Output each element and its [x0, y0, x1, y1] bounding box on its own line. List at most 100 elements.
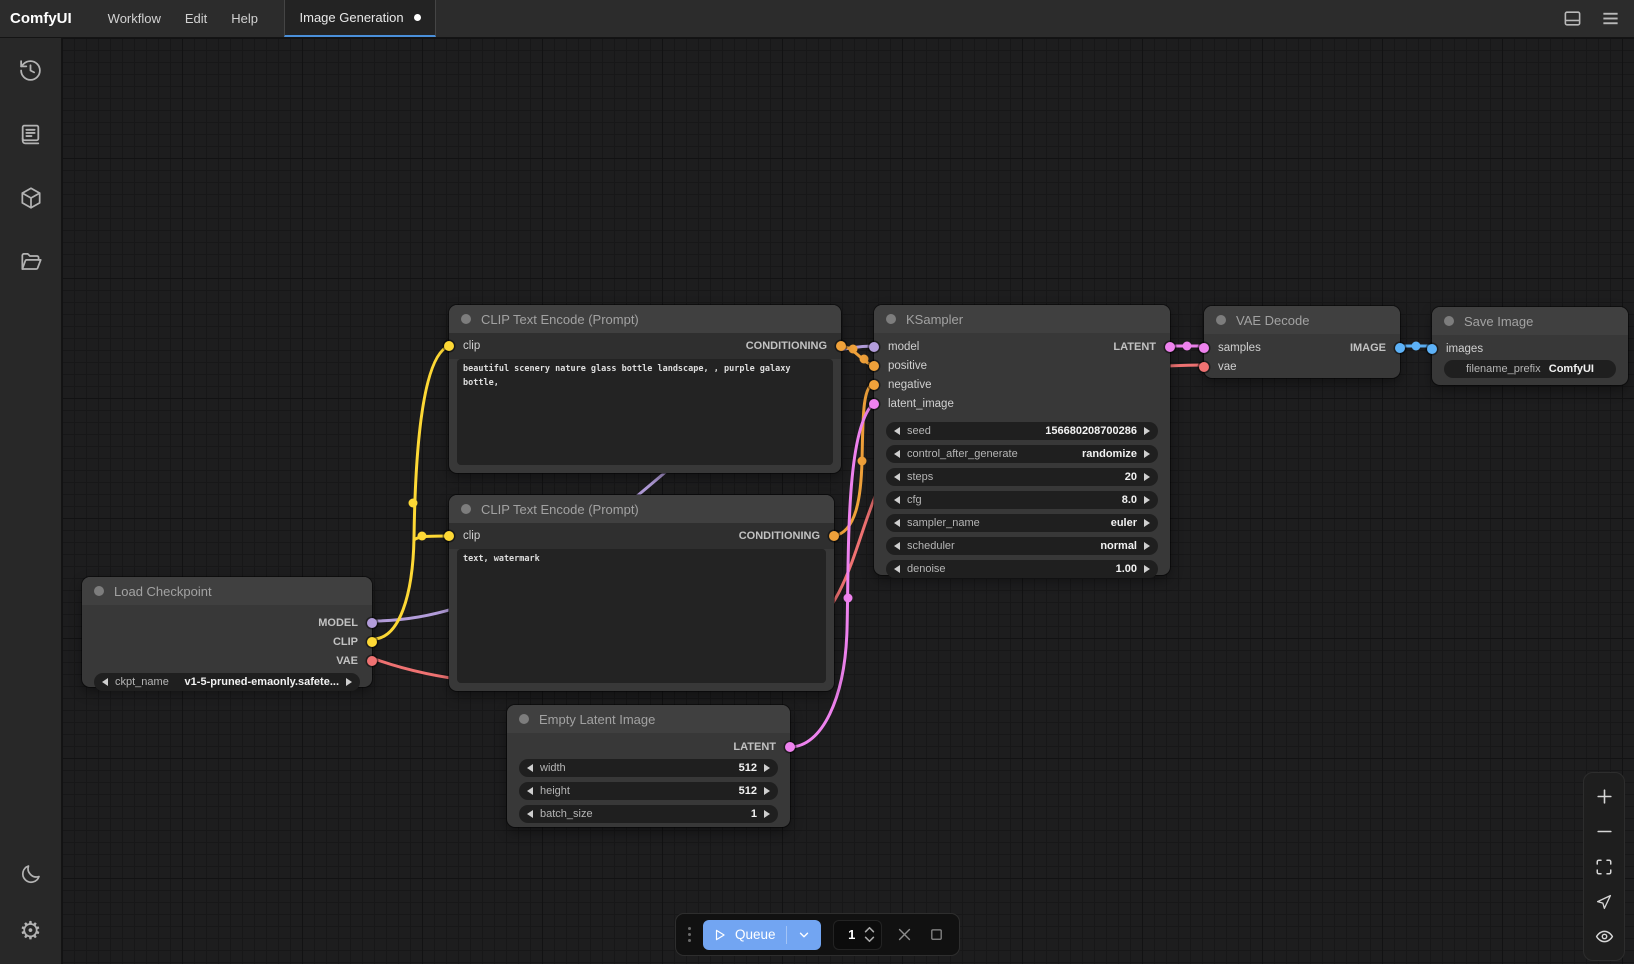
increment-arrow-icon[interactable] — [764, 810, 770, 818]
widget-height[interactable]: height 512 — [519, 782, 778, 800]
node-ksampler[interactable]: KSampler model LATENT positive negative … — [874, 305, 1170, 575]
decrement-arrow-icon[interactable] — [527, 810, 533, 818]
collapse-dot[interactable] — [519, 714, 529, 724]
prompt-textarea[interactable]: beautiful scenery nature glass bottle la… — [457, 359, 833, 465]
decrement-arrow-icon[interactable] — [894, 542, 900, 550]
bottom-panel-toggle-button[interactable] — [1560, 7, 1584, 31]
increment-arrow-icon[interactable] — [1144, 450, 1150, 458]
toggle-link-visibility-button[interactable] — [1586, 919, 1622, 954]
input-port-latent-image[interactable] — [869, 399, 879, 409]
widget-steps[interactable]: steps20 — [886, 468, 1158, 486]
widget-batch-size[interactable]: batch_size 1 — [519, 805, 778, 823]
decrement-arrow-icon[interactable] — [102, 678, 108, 686]
collapse-dot[interactable] — [886, 314, 896, 324]
widget-scheduler[interactable]: schedulernormal — [886, 537, 1158, 555]
output-port-clip[interactable] — [367, 637, 377, 647]
sidebar-item-history[interactable] — [9, 48, 53, 92]
link-midpoint-dot[interactable] — [849, 345, 858, 354]
tab-image-generation[interactable]: Image Generation — [284, 0, 436, 37]
widget-sampler-name[interactable]: sampler_nameeuler — [886, 514, 1158, 532]
decrement-arrow-icon[interactable] — [894, 473, 900, 481]
app-logo[interactable]: ComfyUI — [0, 0, 82, 37]
decrement-arrow-icon[interactable] — [894, 496, 900, 504]
output-port-image[interactable] — [1395, 343, 1405, 353]
node-header[interactable]: VAE Decode — [1204, 306, 1400, 334]
increment-arrow-icon[interactable] — [346, 678, 352, 686]
widget-seed[interactable]: seed156680208700286 — [886, 422, 1158, 440]
graph-canvas[interactable]: Load Checkpoint MODEL CLIP VAE ckpt_name… — [62, 38, 1634, 964]
settings-button[interactable]: ⚙ — [9, 908, 53, 952]
node-clip-text-encode-positive[interactable]: CLIP Text Encode (Prompt) clip CONDITION… — [449, 305, 841, 473]
collapse-dot[interactable] — [94, 586, 104, 596]
unsaved-indicator-dot[interactable] — [414, 14, 421, 21]
increment-arrow-icon[interactable] — [1144, 542, 1150, 550]
input-port-clip[interactable] — [444, 341, 454, 351]
decrement-arrow-icon[interactable] — [527, 787, 533, 795]
increment-arrow-icon[interactable] — [1144, 519, 1150, 527]
decrement-arrow-icon[interactable] — [527, 764, 533, 772]
decrement-arrow-icon[interactable] — [894, 427, 900, 435]
link-midpoint-dot[interactable] — [858, 457, 867, 466]
link-midpoint-dot[interactable] — [418, 532, 427, 541]
collapse-dot[interactable] — [1216, 315, 1226, 325]
input-port-negative[interactable] — [869, 380, 879, 390]
sidebar-item-queue-log[interactable] — [9, 112, 53, 156]
widget-cfg[interactable]: cfg8.0 — [886, 491, 1158, 509]
link-midpoint-dot[interactable] — [1183, 342, 1192, 351]
menu-edit[interactable]: Edit — [173, 0, 219, 37]
output-port-latent[interactable] — [785, 742, 795, 752]
input-port-positive[interactable] — [869, 361, 879, 371]
queue-button[interactable]: Queue — [703, 920, 821, 950]
theme-toggle-button[interactable] — [9, 852, 53, 896]
widget-width[interactable]: width 512 — [519, 759, 778, 777]
sidebar-item-workflows[interactable] — [9, 240, 53, 284]
node-header[interactable]: Load Checkpoint — [82, 577, 372, 605]
input-port-model[interactable] — [869, 342, 879, 352]
interrupt-button[interactable] — [926, 924, 947, 946]
node-header[interactable]: Empty Latent Image — [507, 705, 790, 733]
menu-help[interactable]: Help — [219, 0, 270, 37]
decrement-arrow-icon[interactable] — [894, 519, 900, 527]
node-vae-decode[interactable]: VAE Decode samples IMAGE vae — [1204, 306, 1400, 378]
spinner-up-icon[interactable] — [864, 926, 875, 933]
widget-ckpt-name[interactable]: ckpt_name v1-5-pruned-emaonly.safete... — [94, 673, 360, 691]
node-save-image[interactable]: Save Image images filename_prefix ComfyU… — [1432, 307, 1628, 385]
link-midpoint-dot[interactable] — [409, 499, 418, 508]
hamburger-menu-button[interactable] — [1598, 7, 1622, 31]
collapse-dot[interactable] — [461, 504, 471, 514]
widget-filename-prefix[interactable]: filename_prefix ComfyUI — [1444, 360, 1616, 378]
increment-arrow-icon[interactable] — [1144, 565, 1150, 573]
sidebar-item-node-library[interactable] — [9, 176, 53, 220]
chevron-down-icon[interactable] — [797, 928, 811, 942]
clear-queue-button[interactable] — [894, 924, 915, 946]
decrement-arrow-icon[interactable] — [894, 450, 900, 458]
output-port-conditioning[interactable] — [836, 341, 846, 351]
input-port-vae[interactable] — [1199, 362, 1209, 372]
output-port-latent[interactable] — [1165, 342, 1175, 352]
increment-arrow-icon[interactable] — [764, 787, 770, 795]
input-port-clip[interactable] — [444, 531, 454, 541]
link-midpoint-dot[interactable] — [860, 355, 869, 364]
zoom-out-button[interactable] — [1586, 814, 1622, 849]
increment-arrow-icon[interactable] — [1144, 496, 1150, 504]
widget-control-after-generate[interactable]: control_after_generaterandomize — [886, 445, 1158, 463]
output-port-conditioning[interactable] — [829, 531, 839, 541]
node-header[interactable]: CLIP Text Encode (Prompt) — [449, 305, 841, 333]
increment-arrow-icon[interactable] — [1144, 473, 1150, 481]
batch-count-spinner[interactable]: 1 — [833, 920, 882, 950]
input-port-images[interactable] — [1427, 344, 1437, 354]
select-mode-button[interactable] — [1586, 884, 1622, 919]
toolbar-drag-handle-icon[interactable] — [688, 927, 691, 942]
fit-view-button[interactable] — [1586, 849, 1622, 884]
increment-arrow-icon[interactable] — [764, 764, 770, 772]
collapse-dot[interactable] — [461, 314, 471, 324]
decrement-arrow-icon[interactable] — [894, 565, 900, 573]
node-header[interactable]: CLIP Text Encode (Prompt) — [449, 495, 834, 523]
spinner-down-icon[interactable] — [864, 936, 875, 943]
increment-arrow-icon[interactable] — [1144, 427, 1150, 435]
node-load-checkpoint[interactable]: Load Checkpoint MODEL CLIP VAE ckpt_name… — [82, 577, 372, 687]
node-header[interactable]: Save Image — [1432, 307, 1628, 335]
link-midpoint-dot[interactable] — [1412, 342, 1421, 351]
collapse-dot[interactable] — [1444, 316, 1454, 326]
node-header[interactable]: KSampler — [874, 305, 1170, 333]
